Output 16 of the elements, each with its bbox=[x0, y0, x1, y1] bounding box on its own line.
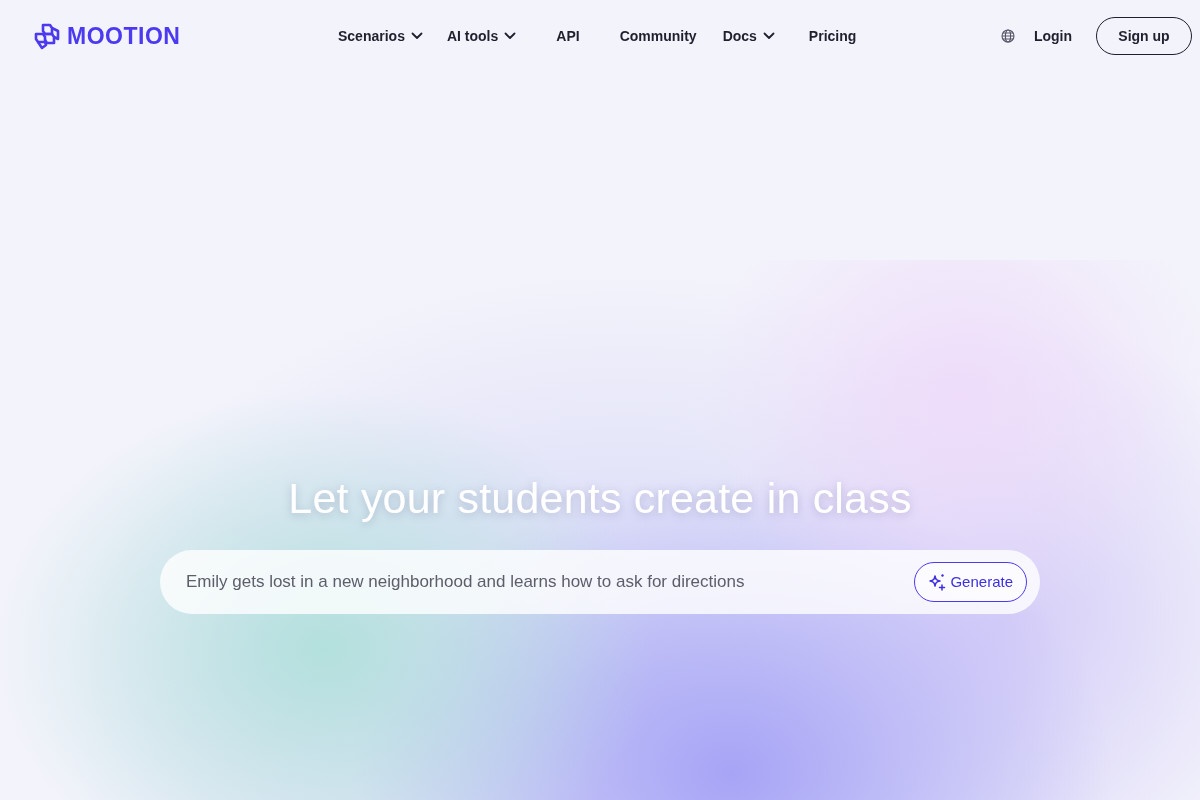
nav-dropdown[interactable]: AI tools bbox=[446, 25, 517, 47]
chevron-down-icon bbox=[410, 32, 423, 40]
generate-button[interactable]: Generate bbox=[914, 562, 1027, 602]
login-link[interactable]: Login bbox=[1033, 25, 1072, 47]
chevron-down-icon bbox=[504, 32, 517, 40]
sparkle-icon bbox=[928, 573, 947, 591]
prompt-field[interactable]: Emily gets lost in a new neighborhood and learns how to ask for directions Generate bbox=[160, 550, 1040, 614]
nav-dropdown[interactable]: Scenarios bbox=[338, 25, 423, 47]
nav-link[interactable]: Community bbox=[619, 25, 697, 47]
chevron-down-icon bbox=[762, 32, 775, 40]
cubes-logo-icon bbox=[33, 22, 61, 50]
nav-dropdown[interactable]: Docs bbox=[722, 25, 775, 47]
logo-wordmark: MOOTION bbox=[67, 21, 181, 51]
nav-link[interactable]: Pricing bbox=[808, 25, 857, 47]
globe-icon[interactable] bbox=[1000, 29, 1015, 43]
nav-link[interactable]: API bbox=[556, 25, 580, 47]
